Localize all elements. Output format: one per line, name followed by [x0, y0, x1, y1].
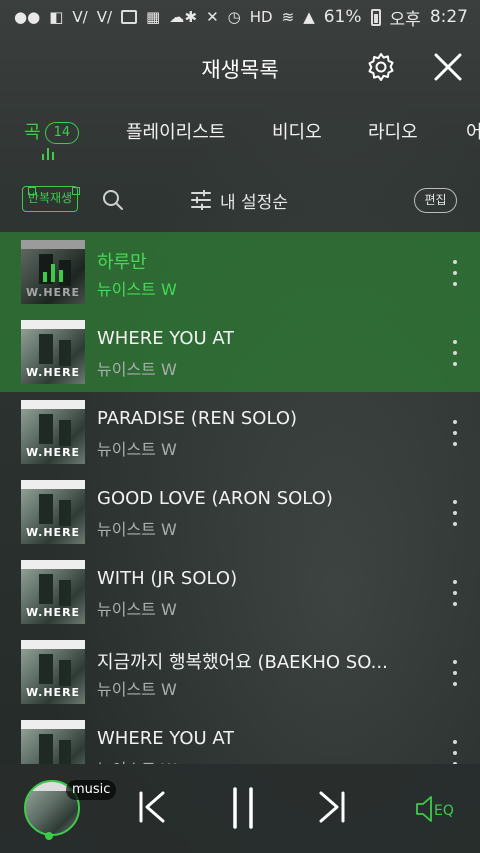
eq-label: EQ	[434, 803, 454, 819]
more-options-button[interactable]	[447, 260, 463, 286]
song-row[interactable]: W.HERE WHERE YOU AT 뉴이스트 W	[0, 712, 480, 764]
status-right: ✱ ✕ ◷ HD ≋ ▲ 61% 오후 8:27	[185, 5, 468, 30]
speaker-icon: EQ	[416, 796, 454, 822]
battery-percent: 61%	[323, 7, 362, 27]
album-art: W.HERE	[21, 240, 85, 304]
sort-button[interactable]: 내 설정순	[190, 187, 288, 213]
album-art-text: W.HERE	[25, 686, 81, 699]
page-title: 재생목록	[201, 58, 279, 82]
status-bar: ●● ◧ V/ V/ ▦ ☁ ✱ ✕ ◷ HD ≋ ▲ 61% 오후 8:27	[0, 0, 480, 34]
song-row[interactable]: W.HERE 하루만 뉴이스트 W	[0, 232, 480, 312]
app-icon-2: V/	[96, 7, 113, 26]
list-toolbar: 반복재생 내 설정순 편집	[0, 180, 480, 220]
gallery-icon: ◧	[49, 7, 64, 26]
album-art: W.HERE	[21, 320, 85, 384]
notification-icon	[121, 10, 138, 24]
sort-label: 내 설정순	[220, 192, 288, 213]
pause-button[interactable]	[228, 786, 258, 830]
song-row[interactable]: W.HERE 지금까지 행복했어요 (BAEKHO SO... 뉴이스트 W	[0, 632, 480, 712]
gear-icon	[368, 53, 394, 81]
tab-songs[interactable]: 곡 14	[24, 118, 80, 144]
song-count-badge: 14	[44, 122, 80, 144]
next-button[interactable]	[316, 790, 348, 824]
song-row[interactable]: W.HERE PARADISE (REN SOLO) 뉴이스트 W	[0, 392, 480, 472]
repeat-button[interactable]: 반복재생	[22, 186, 81, 212]
mini-player: music EQ	[0, 764, 480, 853]
edit-button[interactable]: 편집	[414, 188, 457, 213]
album-art-text: W.HERE	[25, 606, 81, 619]
pause-icon	[233, 787, 253, 829]
more-options-button[interactable]	[447, 740, 463, 764]
album-art-text: W.HERE	[25, 366, 81, 379]
song-artist: 뉴이스트 W	[97, 440, 177, 459]
cloud-icon: ☁	[169, 7, 185, 26]
mute-icon: ✕	[206, 7, 219, 26]
song-title: WHERE YOU AT	[97, 328, 235, 349]
album-art: W.HERE	[21, 560, 85, 624]
song-title: 지금까지 행복했어요 (BAEKHO SO...	[97, 652, 388, 673]
sliders-icon	[191, 190, 211, 210]
playing-indicator-icon	[42, 148, 54, 160]
more-options-button[interactable]	[447, 340, 463, 366]
settings-button[interactable]	[364, 50, 398, 84]
status-ampm: 오후	[389, 9, 421, 30]
eq-button[interactable]: EQ	[414, 794, 462, 824]
song-row[interactable]: W.HERE GOOD LOVE (ARON SOLO) 뉴이스트 W	[0, 472, 480, 552]
calendar-icon: ▦	[146, 7, 161, 26]
tab-video[interactable]: 비디오	[272, 118, 322, 144]
close-button[interactable]	[430, 49, 466, 85]
search-button[interactable]	[102, 189, 124, 211]
bluetooth-icon: ✱	[184, 7, 198, 26]
tab-playlist[interactable]: 플레이리스트	[126, 118, 225, 144]
tab-bar: 곡 14 플레이리스트 비디오 라디오 어	[0, 104, 480, 168]
more-options-button[interactable]	[447, 420, 463, 446]
song-artist: 뉴이스트 W	[97, 600, 177, 619]
alarm-icon: ◷	[227, 7, 241, 26]
song-artist: 뉴이스트 W	[97, 680, 177, 699]
album-art: W.HERE	[21, 720, 85, 764]
tab-songs-label: 곡	[24, 122, 41, 143]
album-art-text: W.HERE	[25, 446, 81, 459]
now-playing-icon	[21, 240, 85, 304]
more-options-button[interactable]	[447, 580, 463, 606]
music-badge: music	[66, 780, 117, 800]
song-artist: 뉴이스트 W	[97, 756, 177, 764]
status-time: 8:27	[429, 7, 468, 27]
app-icon: V/	[72, 7, 88, 26]
album-art: W.HERE	[21, 400, 85, 464]
wifi-icon: ≋	[281, 7, 295, 26]
header: 재생목록	[0, 34, 480, 100]
tab-radio[interactable]: 라디오	[368, 118, 418, 144]
album-art: W.HERE	[21, 480, 85, 544]
status-left: ●● ◧ V/ V/ ▦ ☁	[14, 7, 185, 26]
search-icon	[103, 190, 123, 210]
previous-icon	[139, 791, 165, 823]
song-artist: 뉴이스트 W	[97, 360, 177, 379]
song-artist: 뉴이스트 W	[97, 280, 177, 299]
song-row[interactable]: W.HERE WHERE YOU AT 뉴이스트 W	[0, 312, 480, 392]
previous-button[interactable]	[136, 790, 168, 824]
close-icon	[434, 53, 462, 81]
album-art-text: W.HERE	[25, 526, 81, 539]
album-art: W.HERE	[21, 640, 85, 704]
song-row[interactable]: W.HERE WITH (JR SOLO) 뉴이스트 W	[0, 552, 480, 632]
hd-icon: HD	[249, 7, 273, 26]
song-artist: 뉴이스트 W	[97, 520, 177, 539]
more-options-button[interactable]	[447, 660, 463, 686]
song-title: WHERE YOU AT	[97, 728, 235, 749]
next-icon	[319, 791, 345, 823]
song-title: 하루만	[97, 252, 147, 273]
chat-icon: ●●	[14, 7, 41, 26]
tab-overflow[interactable]: 어	[466, 118, 480, 144]
progress-dot	[45, 832, 53, 840]
song-title: PARADISE (REN SOLO)	[97, 408, 298, 429]
song-list: W.HERE 하루만 뉴이스트 W W.HERE WHERE YOU AT 뉴이…	[0, 232, 480, 764]
signal-icon: ▲	[303, 7, 315, 26]
battery-icon	[370, 8, 381, 26]
song-title: GOOD LOVE (ARON SOLO)	[97, 488, 333, 509]
more-options-button[interactable]	[447, 500, 463, 526]
song-title: WITH (JR SOLO)	[97, 568, 238, 589]
